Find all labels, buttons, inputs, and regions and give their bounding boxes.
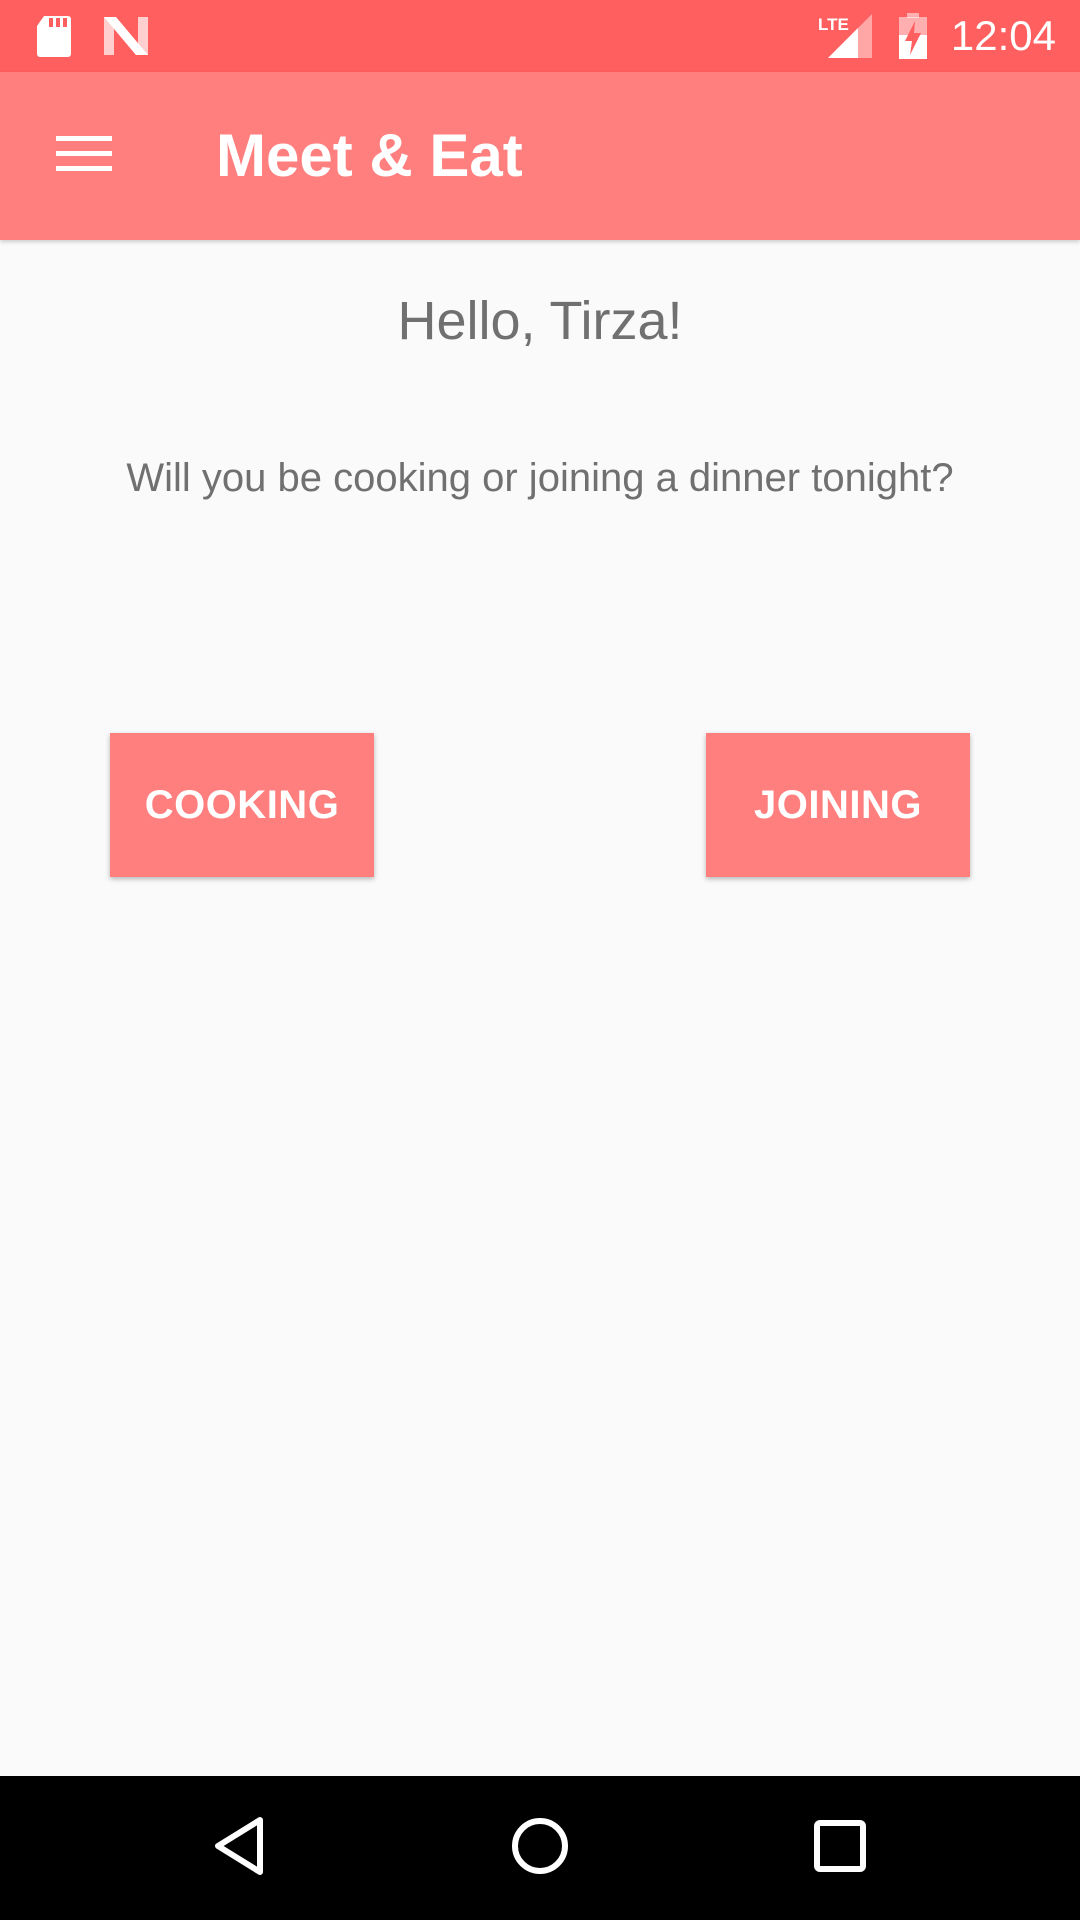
recents-icon xyxy=(812,1818,868,1879)
menu-button[interactable] xyxy=(32,108,136,204)
app-bar: Meet & Eat xyxy=(0,72,1080,240)
sd-card-icon xyxy=(34,0,74,72)
app-title: Meet & Eat xyxy=(216,122,523,189)
battery-charging-icon xyxy=(898,0,928,72)
joining-button[interactable]: JOINING xyxy=(706,733,970,877)
lte-signal-icon: LTE xyxy=(818,0,874,72)
recents-button[interactable] xyxy=(780,1800,900,1896)
greeting-text: Hello, Tirza! xyxy=(397,291,683,351)
cooking-button[interactable]: COOKING xyxy=(110,733,374,877)
back-icon xyxy=(212,1816,268,1881)
home-icon xyxy=(510,1816,570,1881)
home-button[interactable] xyxy=(480,1800,600,1896)
lte-label: LTE xyxy=(818,15,849,34)
screen: LTE 12:04 Meet & Eat Hello, Tirza! Will … xyxy=(0,0,1080,1920)
navigation-bar xyxy=(0,1776,1080,1920)
status-time: 12:04 xyxy=(950,12,1056,59)
n-logo-icon xyxy=(104,0,148,72)
back-button[interactable] xyxy=(180,1800,300,1896)
question-text: Will you be cooking or joining a dinner … xyxy=(126,456,954,500)
hamburger-menu-icon xyxy=(56,134,112,179)
status-bar: LTE 12:04 xyxy=(0,0,1080,72)
